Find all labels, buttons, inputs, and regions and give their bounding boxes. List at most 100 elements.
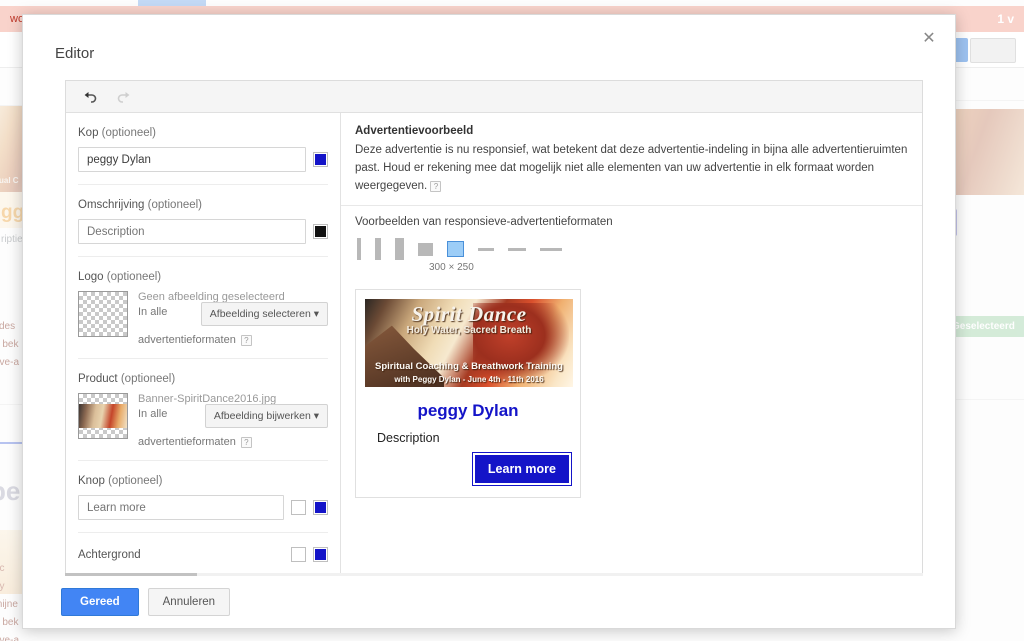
preview-format-swatches <box>341 228 922 262</box>
redo-icon[interactable] <box>114 87 134 107</box>
logo-scope-line-2-row: advertentieformaten ? <box>138 334 328 346</box>
format-vertical-1[interactable] <box>357 238 361 261</box>
product-image-row: Banner-SpiritDance2016.jpg In alle Afbee… <box>78 393 328 448</box>
ad-headline: peggy Dylan <box>417 401 519 421</box>
ad-banner-subtitle: Holy Water, Sacred Breath <box>406 325 532 337</box>
preview-selected-size: 300 × 250 <box>429 262 474 274</box>
product-scope-line-2: advertentieformaten <box>138 436 236 448</box>
ad-banner-footer-1: Spiritual Coaching & Breathwork Training <box>375 361 563 373</box>
ad-preview-card: Spirit Dance Holy Water, Sacred Breath S… <box>355 289 581 499</box>
preview-ad-wrap: Spirit Dance Holy Water, Sacred Breath S… <box>341 273 922 514</box>
omschrijving-input[interactable] <box>78 219 306 244</box>
field-label-kop: Kop (optioneel) <box>78 127 328 139</box>
field-group-omschrijving: Omschrijving (optioneel) <box>78 185 328 257</box>
field-label-kop-optional: (optioneel) <box>101 127 157 139</box>
chevron-down-icon: ▾ <box>313 410 319 422</box>
background-text-6: mijne <box>0 599 18 610</box>
background-text-3: eve-a <box>0 357 20 368</box>
achtergrond-color-swatch-2[interactable] <box>313 547 328 562</box>
format-wide-2[interactable] <box>508 247 526 251</box>
omschrijving-color-swatch[interactable] <box>313 224 328 239</box>
field-group-product: Product (optioneel) Banner-SpiritDance20… <box>78 359 328 461</box>
field-label-product-text: Product <box>78 373 118 385</box>
done-button[interactable]: Gereed <box>61 588 139 616</box>
logo-select-image-button[interactable]: Afbeelding selecteren ▾ <box>200 302 328 326</box>
cancel-button[interactable]: Annuleren <box>147 588 231 616</box>
background-warning-right-text: 1 v <box>997 12 1014 26</box>
editor-form-panel: Kop (optioneel) Omschrijving (optioneel) <box>66 113 341 579</box>
field-row-achtergrond: Achtergrond <box>78 547 328 562</box>
close-icon[interactable]: ✕ <box>915 25 943 53</box>
format-wide-1[interactable] <box>478 247 494 251</box>
product-meta: Banner-SpiritDance2016.jpg In alle Afbee… <box>138 393 328 448</box>
field-group-logo: Logo (optioneel) Geen afbeelding geselec… <box>78 257 328 359</box>
chevron-down-icon: ▾ <box>313 308 319 320</box>
field-label-omschrijving-optional: (optioneel) <box>147 199 203 211</box>
ad-cta-button[interactable]: Learn more <box>472 453 571 486</box>
format-vertical-2[interactable] <box>375 238 381 261</box>
logo-meta: Geen afbeelding geselecteerd In alle Afb… <box>138 291 328 346</box>
background-text-7: d bek <box>0 617 19 628</box>
ad-cta-wrap: Learn more <box>365 445 571 486</box>
editor-frame: Kop (optioneel) Omschrijving (optioneel) <box>65 80 923 580</box>
preview-description: Deze advertentie is nu responsief, wat b… <box>355 142 908 195</box>
product-thumbnail[interactable] <box>78 393 128 439</box>
field-label-logo-optional: (optioneel) <box>106 271 162 283</box>
field-label-logo-text: Logo <box>78 271 104 283</box>
field-label-achtergrond: Achtergrond <box>78 549 284 561</box>
format-300x250[interactable] <box>447 241 464 258</box>
editor-columns: Kop (optioneel) Omschrijving (optioneel) <box>66 113 922 579</box>
background-text-block-2: ac gy <box>0 560 5 596</box>
undo-icon[interactable] <box>80 87 100 107</box>
product-update-image-label: Afbeelding bijwerken <box>213 410 311 422</box>
knop-fill-color-swatch[interactable] <box>313 500 328 515</box>
preview-help-icon[interactable]: ? <box>430 181 442 193</box>
logo-thumbnail[interactable] <box>78 291 128 337</box>
ad-banner-footer-2: with Peggy Dylan - June 4th - 11th 2016 <box>394 375 544 385</box>
background-text-2: d bek <box>0 339 19 350</box>
editor-preview-panel: Advertentievoorbeeld Deze advertentie is… <box>341 113 922 579</box>
background-secondary-button[interactable] <box>970 38 1016 63</box>
preview-header: Advertentievoorbeeld Deze advertentie is… <box>341 113 922 207</box>
field-label-kop-text: Kop <box>78 127 99 139</box>
field-row-kop <box>78 147 328 172</box>
field-label-achtergrond-text: Achtergrond <box>78 548 141 561</box>
product-update-image-button[interactable]: Afbeelding bijwerken ▾ <box>204 404 328 428</box>
modal-title: Editor <box>55 45 95 62</box>
field-group-achtergrond: Achtergrond <box>78 533 328 574</box>
background-text-block-3: mijne d bek eve-a <box>0 596 19 641</box>
product-scope-line-2-row: advertentieformaten ? <box>138 436 328 448</box>
format-vertical-3[interactable] <box>395 238 404 261</box>
field-row-omschrijving <box>78 219 328 244</box>
kop-input[interactable] <box>78 147 306 172</box>
format-wide-3[interactable] <box>540 247 562 251</box>
logo-image-row: Geen afbeelding geselecteerd In alle Afb… <box>78 291 328 346</box>
format-square-small[interactable] <box>418 242 433 256</box>
product-help-icon[interactable]: ? <box>240 436 252 448</box>
knop-input[interactable] <box>78 495 284 520</box>
background-text-5: gy <box>0 581 5 592</box>
field-label-knop: Knop (optioneel) <box>78 475 328 487</box>
achtergrond-color-swatch-1[interactable] <box>291 547 306 562</box>
field-label-product-optional: (optioneel) <box>120 373 176 385</box>
ad-banner-title: Spirit Dance <box>411 302 527 327</box>
background-text-4: ac <box>0 563 5 574</box>
field-label-logo: Logo (optioneel) <box>78 271 328 283</box>
kop-color-swatch[interactable] <box>313 152 328 167</box>
logo-help-icon[interactable]: ? <box>240 334 252 346</box>
field-label-omschrijving: Omschrijving (optioneel) <box>78 199 328 211</box>
modal-footer: Gereed Annuleren <box>23 576 955 628</box>
product-thumbnail-image <box>79 403 127 429</box>
editor-modal: Editor ✕ Kop (optioneel) peggy Dylan Oms… <box>22 14 956 629</box>
background-text-1: l des <box>0 321 16 332</box>
background-text-block-1: l des d bek eve-a <box>0 318 19 372</box>
logo-select-image-label: Afbeelding selecteren <box>209 308 311 320</box>
preview-formats-label: Voorbeelden van responsieve-advertentief… <box>355 216 613 229</box>
editor-toolbar <box>66 81 922 113</box>
logo-scope-line-2: advertentieformaten <box>138 334 236 346</box>
field-label-omschrijving-text: Omschrijving <box>78 199 145 211</box>
knop-text-color-swatch[interactable] <box>291 500 306 515</box>
background-text-8: eve-a <box>0 635 20 641</box>
ad-banner-image: Spirit Dance Holy Water, Sacred Breath S… <box>365 299 573 388</box>
field-label-knop-text: Knop <box>78 475 105 487</box>
